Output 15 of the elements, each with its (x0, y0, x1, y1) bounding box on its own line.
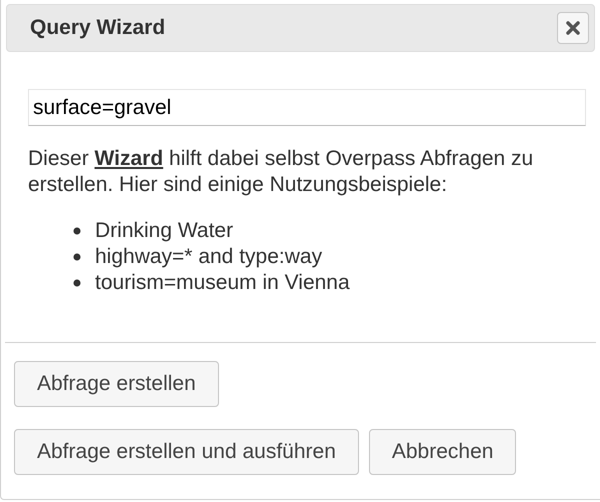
close-icon (566, 21, 580, 35)
query-input[interactable]: surface=gravel (28, 89, 586, 126)
dialog-button[interactable]: Abfrage erstellen und ausführen (14, 429, 359, 475)
bullet-icon (73, 279, 81, 287)
dialog-title: Query Wizard (30, 15, 166, 42)
wizard-link[interactable]: Wizard (94, 147, 164, 170)
example-item: tourism=museum in Vienna (95, 270, 350, 296)
bullet-icon (73, 227, 81, 235)
bullet-icon (73, 253, 81, 261)
dialog-button[interactable]: Abbrechen (368, 429, 516, 475)
description-text: Dieser Wizard hilft dabei selbst Overpass Abfragen zu erstellen. Hier sind einige Nutzungsbeispiele: (28, 146, 534, 198)
dialog-button[interactable]: Abfrage erstellen (14, 361, 219, 407)
example-item: Drinking Water (95, 218, 234, 244)
close-button[interactable] (557, 12, 589, 44)
example-item: highway=* and type:way (95, 244, 322, 270)
